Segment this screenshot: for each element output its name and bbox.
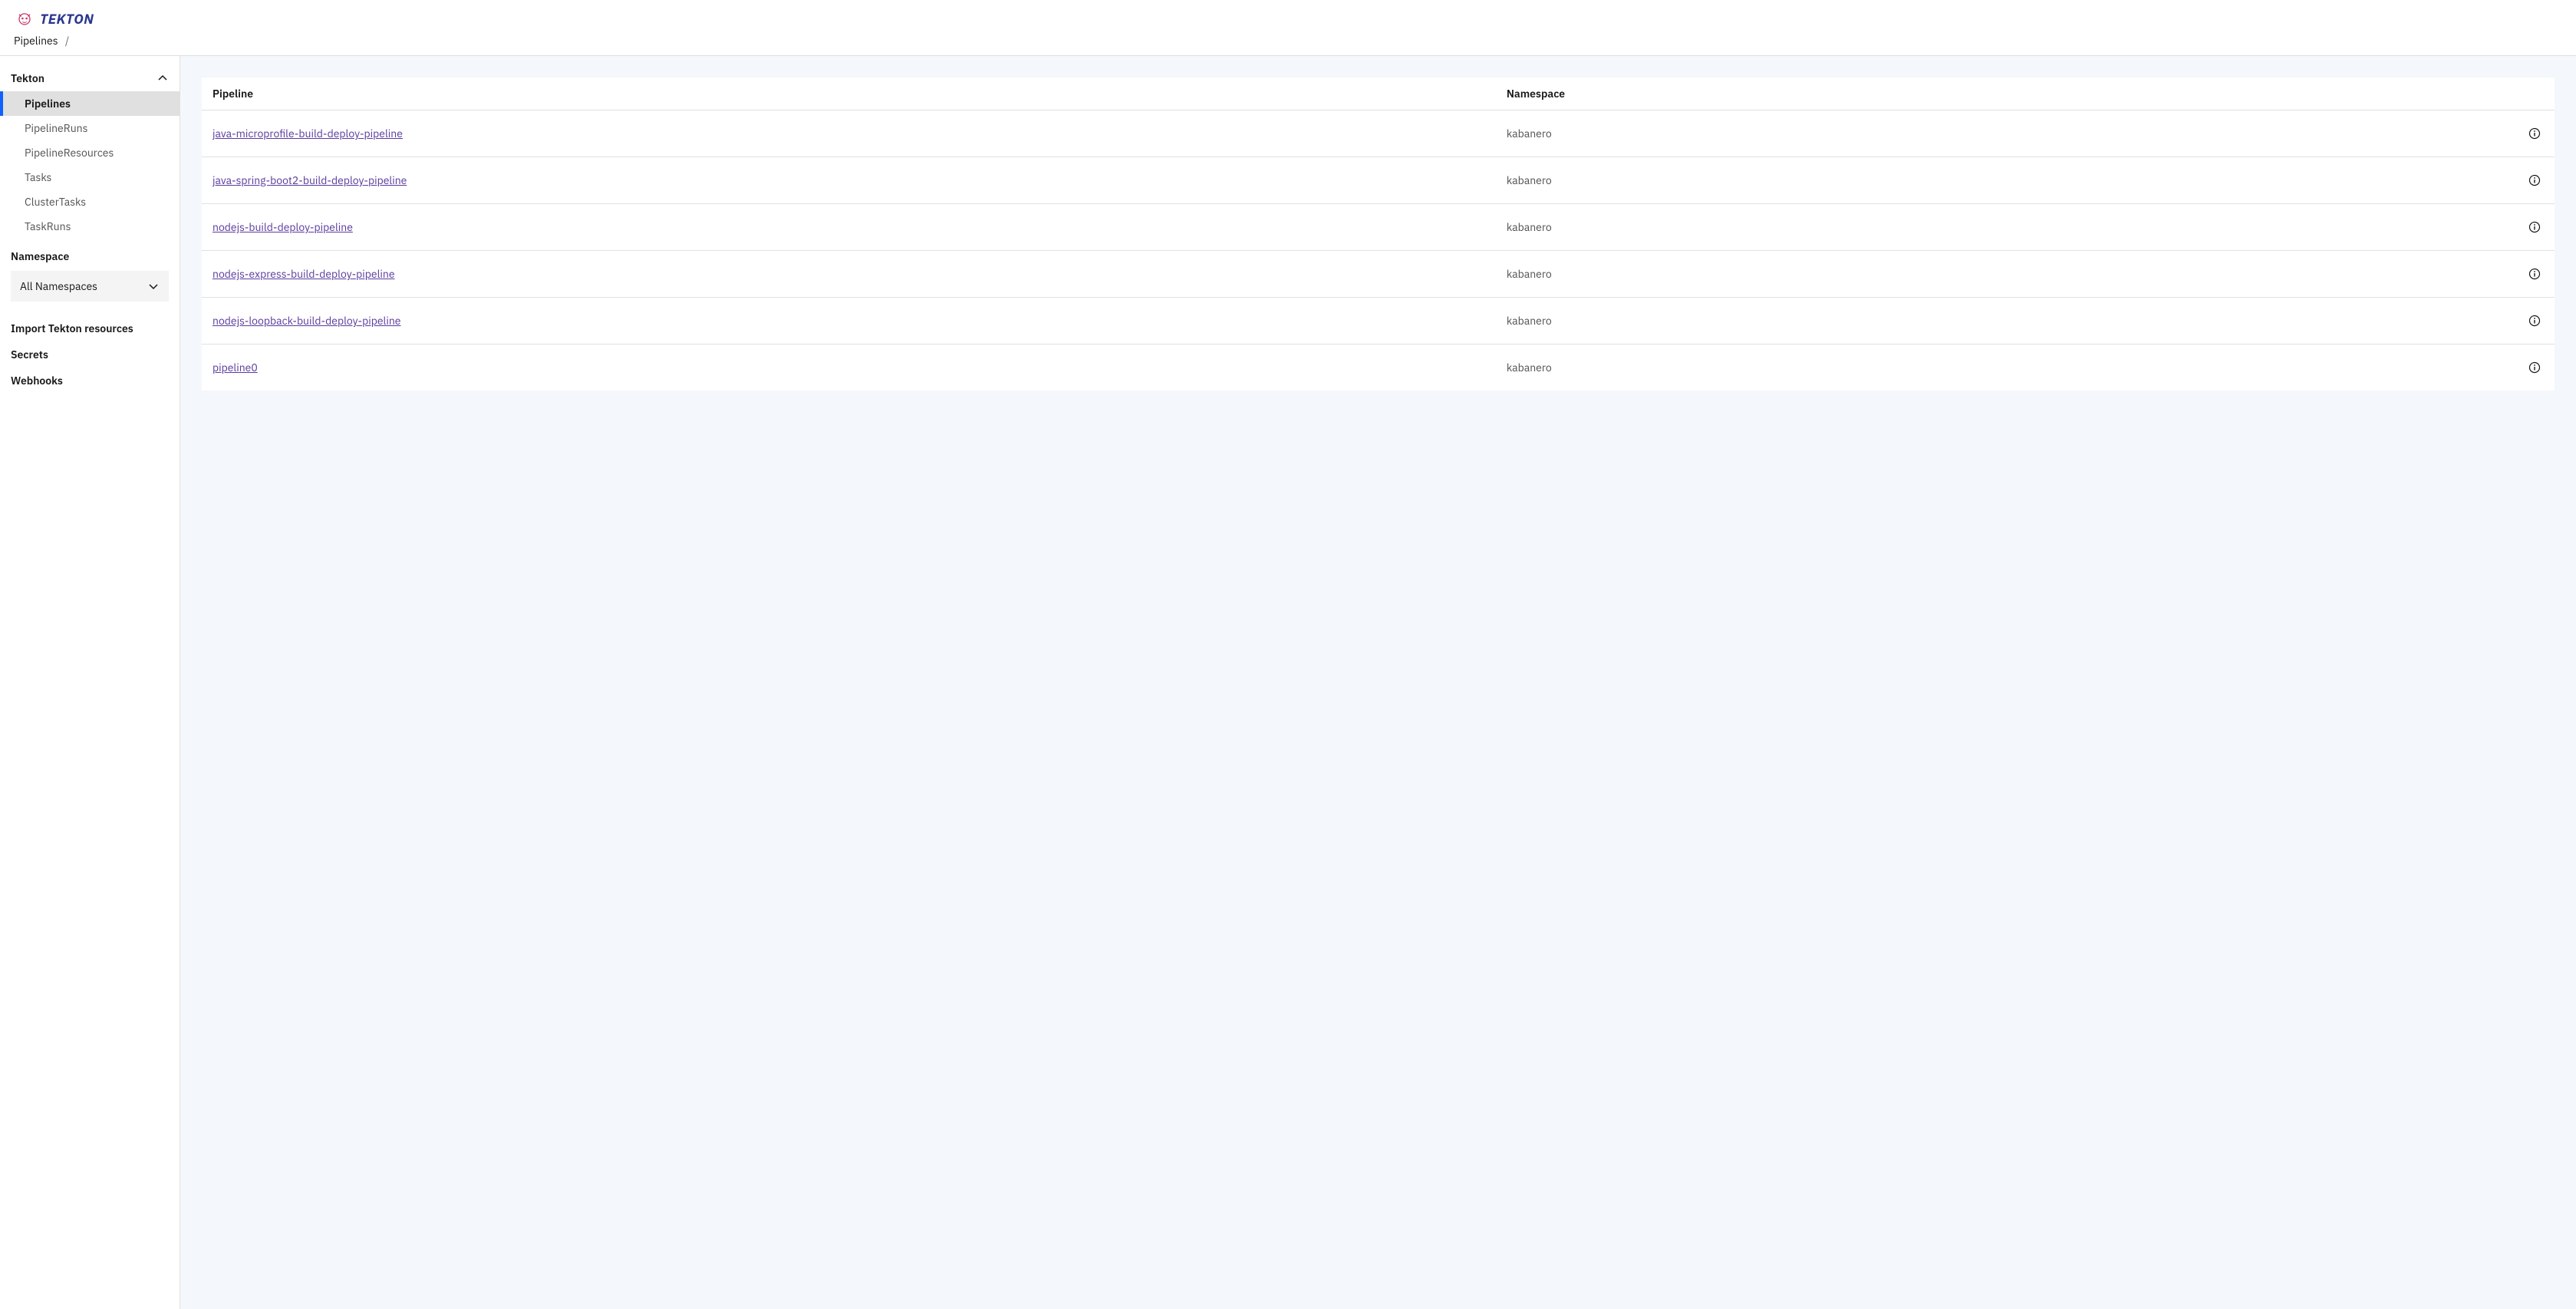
pipeline-link[interactable]: java-spring-boot2-build-deploy-pipeline [212, 173, 407, 187]
namespace-cell: kabanero [1496, 251, 2437, 298]
table-row: pipeline0 kabanero [202, 345, 2555, 391]
sidebar-item-label: TaskRuns [25, 219, 71, 233]
sidebar-item-taskruns[interactable]: TaskRuns [0, 214, 180, 239]
sidebar-group-tekton[interactable]: Tekton [0, 65, 180, 91]
row-info-button[interactable] [2525, 312, 2544, 330]
sidebar-item-label: Pipelines [25, 97, 71, 110]
info-icon [2528, 221, 2541, 233]
namespace-select[interactable]: All Namespaces [11, 271, 169, 302]
pipeline-link[interactable]: nodejs-express-build-deploy-pipeline [212, 267, 395, 281]
pipeline-link[interactable]: nodejs-build-deploy-pipeline [212, 220, 353, 234]
namespace-selected-value: All Namespaces [20, 279, 97, 293]
namespace-cell: kabanero [1496, 204, 2437, 251]
info-icon [2528, 268, 2541, 280]
top-bar: TEKTON Pipelines / [0, 0, 2576, 56]
info-icon [2528, 174, 2541, 186]
table-row: java-microprofile-build-deploy-pipeline k… [202, 110, 2555, 157]
row-info-button[interactable] [2525, 265, 2544, 283]
table-row: java-spring-boot2-build-deploy-pipeline k… [202, 157, 2555, 204]
namespace-cell: kabanero [1496, 157, 2437, 204]
sidebar-item-label: ClusterTasks [25, 195, 86, 209]
table-row: nodejs-build-deploy-pipeline kabanero [202, 204, 2555, 251]
sidebar-link-secrets[interactable]: Secrets [0, 341, 180, 368]
table-row: nodejs-loopback-build-deploy-pipeline kab… [202, 298, 2555, 345]
table-row: nodejs-express-build-deploy-pipeline kaba… [202, 251, 2555, 298]
info-icon [2528, 315, 2541, 327]
breadcrumb-item[interactable]: Pipelines [14, 34, 58, 48]
chevron-up-icon [156, 72, 169, 84]
sidebar-item-label: PipelineResources [25, 146, 114, 160]
row-info-button[interactable] [2525, 124, 2544, 143]
sidebar: Tekton Pipelines PipelineRuns PipelineRe… [0, 56, 180, 1309]
row-info-button[interactable] [2525, 358, 2544, 377]
chevron-down-icon [147, 280, 160, 292]
info-icon [2528, 127, 2541, 140]
namespace-cell: kabanero [1496, 110, 2437, 157]
main-content: Pipeline Namespace java-microprofile-bui… [180, 56, 2576, 1309]
sidebar-item-pipelineresources[interactable]: PipelineResources [0, 140, 180, 165]
sidebar-link-label: Secrets [11, 348, 48, 361]
namespace-section-label: Namespace [0, 239, 180, 268]
row-info-button[interactable] [2525, 218, 2544, 236]
sidebar-item-pipelines[interactable]: Pipelines [0, 91, 180, 116]
pipeline-link[interactable]: java-microprofile-build-deploy-pipeline [212, 127, 403, 140]
sidebar-link-webhooks[interactable]: Webhooks [0, 368, 180, 394]
pipelines-table: Pipeline Namespace java-microprofile-bui… [202, 77, 2555, 391]
sidebar-link-label: Webhooks [11, 374, 63, 387]
sidebar-item-label: PipelineRuns [25, 121, 87, 135]
sidebar-item-label: Tasks [25, 170, 51, 184]
pipeline-link[interactable]: pipeline0 [212, 361, 258, 374]
breadcrumb-separator: / [61, 34, 74, 48]
namespace-cell: kabanero [1496, 298, 2437, 345]
logo[interactable]: TEKTON [14, 8, 94, 29]
tekton-cat-icon [14, 8, 35, 29]
pipeline-link[interactable]: nodejs-loopback-build-deploy-pipeline [212, 314, 400, 328]
table-header-pipeline: Pipeline [202, 77, 1496, 110]
table-header-actions [2437, 77, 2555, 110]
sidebar-item-tasks[interactable]: Tasks [0, 165, 180, 190]
info-icon [2528, 361, 2541, 374]
table-header-namespace: Namespace [1496, 77, 2437, 110]
sidebar-item-pipelineruns[interactable]: PipelineRuns [0, 116, 180, 140]
sidebar-link-label: Import Tekton resources [11, 321, 133, 335]
logo-text: TEKTON [40, 10, 94, 28]
row-info-button[interactable] [2525, 171, 2544, 190]
sidebar-item-clustertasks[interactable]: ClusterTasks [0, 190, 180, 214]
sidebar-link-import[interactable]: Import Tekton resources [0, 315, 180, 341]
sidebar-group-label: Tekton [11, 71, 44, 85]
breadcrumb: Pipelines / [14, 34, 2562, 48]
namespace-cell: kabanero [1496, 345, 2437, 391]
